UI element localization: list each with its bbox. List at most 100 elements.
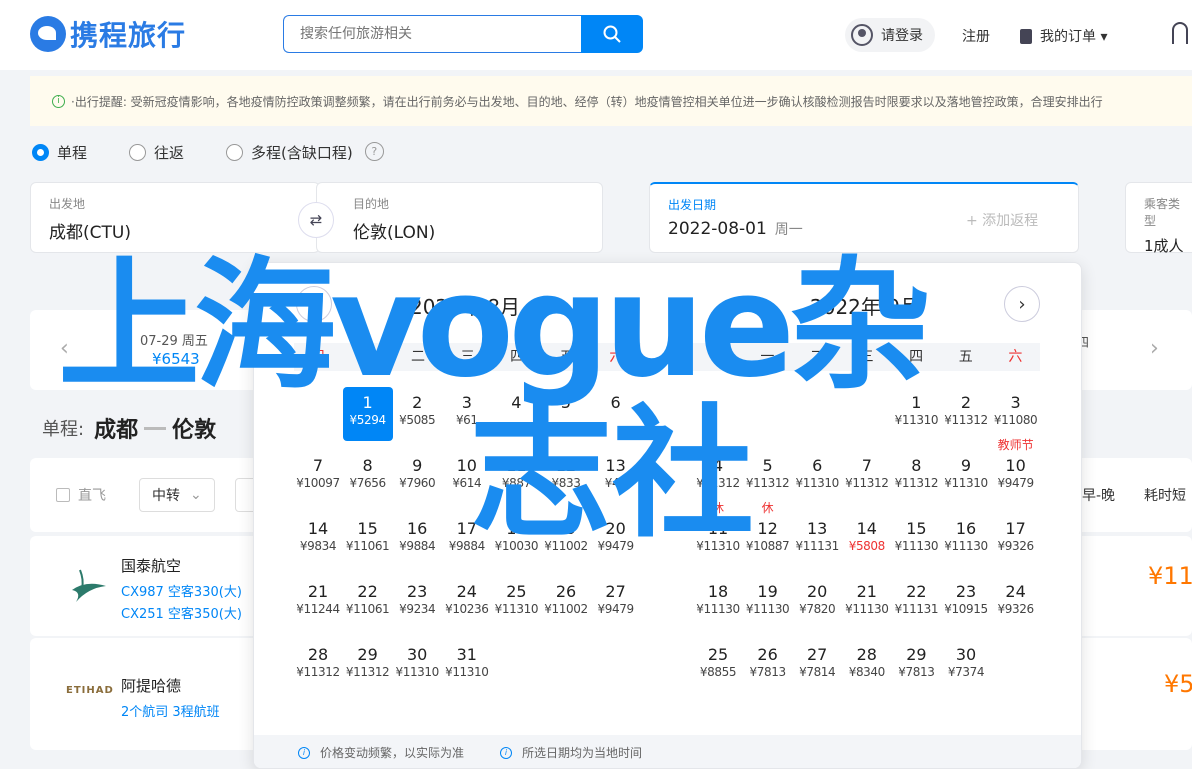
calendar-day[interactable]: 24 ¥10236 [442,576,492,630]
calendar-day[interactable]: 21 ¥11130 [842,576,892,630]
calendar-day[interactable]: 6 ¥11310 [792,450,842,504]
calendar-day[interactable]: 28 ¥11312 [293,639,343,693]
register-link[interactable]: 注册 [962,26,990,46]
login-button[interactable]: 请登录 [845,18,935,52]
swap-cities-button[interactable]: ⇄ [298,202,334,238]
calendar-day[interactable]: 22 ¥11131 [891,576,941,630]
calendar-day[interactable]: 8 ¥7656 [343,450,393,504]
flight-number[interactable]: CX251 空客350(大) [121,603,242,622]
calendar-day[interactable]: 23 ¥9234 [392,576,442,630]
calendar-day[interactable]: 11 ¥887 [491,450,541,504]
calendar-day[interactable]: 20 ¥7820 [792,576,842,630]
calendar-day[interactable]: 29 ¥11312 [343,639,393,693]
search-input[interactable] [283,15,581,53]
ctrip-logo[interactable]: 携程旅行 [30,12,186,56]
day-price: ¥11131 [894,602,939,616]
calendar-day[interactable]: 2 ¥11312 [941,387,991,441]
calendar-day[interactable]: 18 ¥10030 [491,513,541,567]
calendar-day[interactable]: 22 ¥11061 [343,576,393,630]
calendar-day[interactable]: 休 12 ¥10887 [743,501,793,567]
calendar-day[interactable]: 17 ¥9326 [991,513,1041,567]
calendar-day[interactable]: 25 ¥8855 [693,639,743,693]
calendar-day[interactable]: 15 ¥11061 [343,513,393,567]
calendar-day[interactable]: 12 ¥833 [541,450,591,504]
chevron-right-icon[interactable]: › [1150,336,1159,361]
headset-icon[interactable] [1172,22,1188,44]
calendar-day[interactable]: 5 ¥11312 [743,450,793,504]
calendar-day[interactable]: 16 ¥11130 [941,513,991,567]
airline-name: 国泰航空 [121,557,182,575]
calendar-day[interactable]: 15 ¥11130 [891,513,941,567]
calendar-day[interactable]: 23 ¥10915 [941,576,991,630]
search-button[interactable] [581,15,643,53]
chevron-left-icon[interactable]: ‹ [60,336,69,361]
departure-field[interactable]: 出发地 成都(CTU) [30,182,320,253]
flight-info[interactable]: 2个航司 3程航班 [121,701,220,720]
trip-multi[interactable]: 多程(含缺口程) [226,142,353,163]
direct-checkbox[interactable]: 直飞 [56,485,106,505]
sort-duration[interactable]: 耗时短 [1144,485,1186,505]
destination-field[interactable]: 目的地 伦敦(LON) [316,182,603,253]
transfer-select[interactable]: 中转 ⌄ [139,478,215,512]
calendar-day[interactable]: 14 ¥5808 [842,513,892,567]
day-number: 5 [762,456,773,475]
strip-day[interactable]: 07-29 周五 [140,330,208,349]
calendar-day[interactable]: 休 11 ¥11310 [693,501,743,567]
chevron-right-icon: › [1018,293,1026,315]
calendar-day[interactable]: 13 ¥46 [591,450,641,504]
calendar-day[interactable]: 19 ¥11002 [541,513,591,567]
calendar-day[interactable]: 3 ¥11080 [991,387,1041,441]
calendar-day[interactable]: 21 ¥11244 [293,576,343,630]
calendar-day[interactable]: 8 ¥11312 [891,450,941,504]
trip-round[interactable]: 往返 [129,142,184,163]
day-number: 2 [412,393,423,412]
calendar-day[interactable]: 9 ¥7960 [392,450,442,504]
calendar-day[interactable]: 7 ¥10097 [293,450,343,504]
calendar-day[interactable]: 17 ¥9884 [442,513,492,567]
calendar-day[interactable]: 5 [541,387,591,441]
calendar-day[interactable]: 25 ¥11310 [491,576,541,630]
calendar-day[interactable]: 4 [491,387,541,441]
calendar-day[interactable]: 18 ¥11130 [693,576,743,630]
help-icon[interactable]: ? [364,142,384,161]
date-picker-popup: ‹ 2022年 8月 2022年 9月 › 日一二三四五六 日一二三四五六 1 ¥… [253,262,1082,769]
calendar-day[interactable]: 29 ¥7813 [891,639,941,693]
prev-month-button[interactable]: ‹ [296,286,332,322]
my-orders-menu[interactable]: 我的订单 ▾ [1020,26,1107,46]
calendar-day[interactable]: 7 ¥11312 [842,450,892,504]
calendar-day[interactable]: 30 ¥7374 [941,639,991,693]
calendar-day[interactable]: 19 ¥11130 [743,576,793,630]
calendar-day[interactable]: 27 ¥7814 [792,639,842,693]
add-return-button[interactable]: + 添加返程 [966,210,1038,230]
calendar-day[interactable]: 6 [591,387,641,441]
calendar-day[interactable]: 27 ¥9479 [591,576,641,630]
calendar-day[interactable]: 26 ¥7813 [743,639,793,693]
weekday-label: 日 [311,349,326,365]
day-price: ¥11130 [944,539,988,553]
flight-number[interactable]: CX987 空客330(大) [121,581,242,600]
next-month-button[interactable]: › [1004,286,1040,322]
trip-one-way[interactable]: 单程 [32,142,87,163]
calendar-day[interactable]: 16 ¥9884 [392,513,442,567]
calendar-day[interactable]: 30 ¥11310 [392,639,442,693]
passenger-field[interactable]: 乘客类型 1成人 [1125,182,1192,255]
calendar-day[interactable]: 20 ¥9479 [591,513,641,567]
calendar-day[interactable]: 2 ¥5085 [392,387,442,441]
calendar-day[interactable]: 3 ¥61 [442,387,492,441]
strip-price[interactable]: ¥6543 [152,350,200,368]
calendar-day[interactable]: 10 ¥614 [442,450,492,504]
calendar-day[interactable]: 1 ¥11310 [891,387,941,441]
calendar-day[interactable]: 4 ¥11312 [693,450,743,504]
calendar-day[interactable]: 28 ¥8340 [842,639,892,693]
calendar-day[interactable]: 9 ¥11310 [941,450,991,504]
day-price: ¥11310 [395,665,439,679]
calendar-day[interactable]: 1 ¥5294 [342,387,393,441]
calendar-day[interactable]: 26 ¥11002 [541,576,591,630]
day-number: 25 [707,645,729,664]
calendar-day[interactable]: 31 ¥11310 [442,639,492,693]
calendar-day[interactable]: 13 ¥11131 [792,513,842,567]
calendar-day[interactable]: 14 ¥9834 [293,513,343,567]
calendar-day[interactable]: 24 ¥9326 [991,576,1041,630]
sort-time[interactable]: 早-晚 [1082,485,1115,505]
calendar-day[interactable]: 教师节 10 ¥9479 [991,438,1041,504]
